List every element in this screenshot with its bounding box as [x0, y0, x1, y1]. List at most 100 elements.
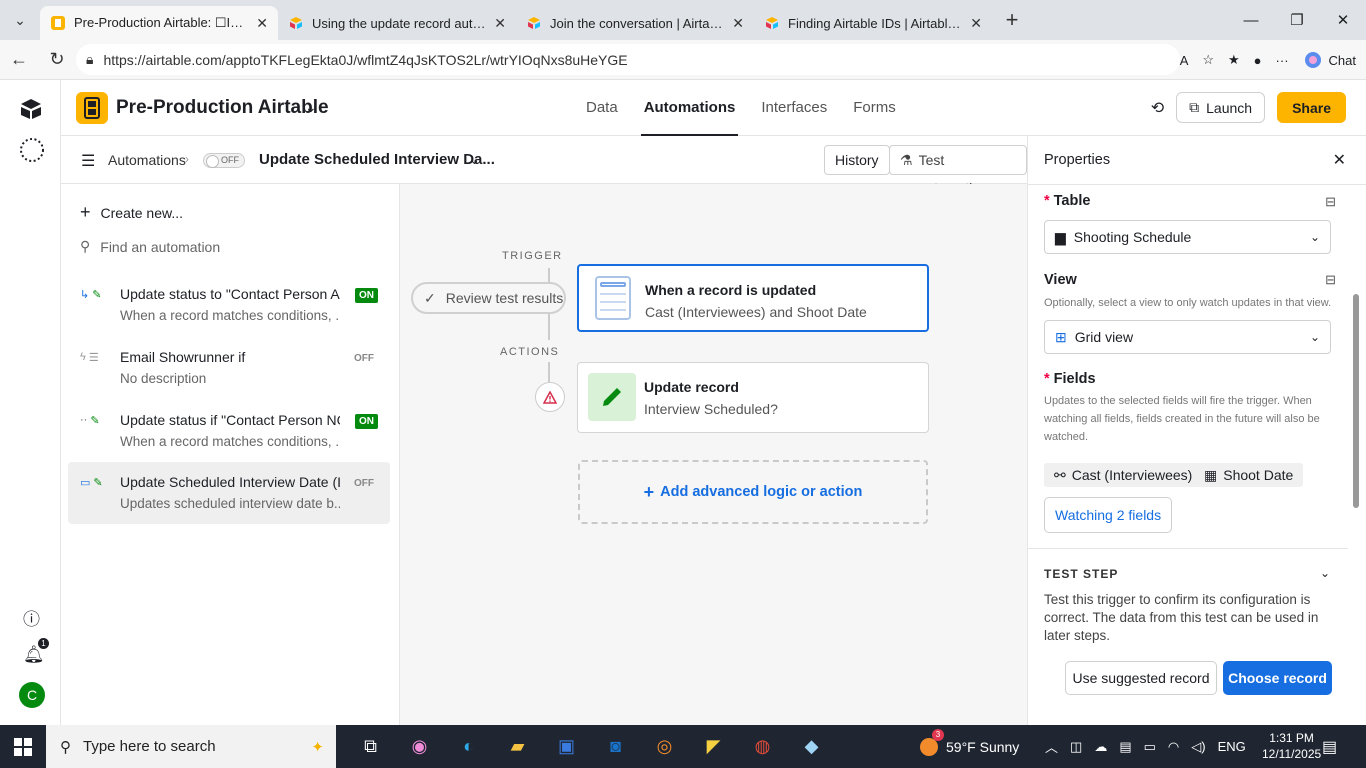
tab-interfaces[interactable]: Interfaces — [748, 80, 840, 136]
omni-icon[interactable] — [19, 137, 45, 163]
taskbar-search-placeholder: Type here to search — [83, 738, 216, 755]
properties-scrollbar[interactable] — [1352, 186, 1360, 714]
pencil-icon: ✎ — [90, 415, 100, 427]
store-icon[interactable]: ▣ — [542, 725, 591, 768]
use-suggested-record-button[interactable]: Use suggested record — [1065, 661, 1217, 695]
scrollbar-thumb[interactable] — [1353, 294, 1359, 508]
avatar[interactable]: C — [19, 682, 45, 708]
notification-center-icon[interactable]: ▤ — [1322, 737, 1337, 757]
taskbar-search-input[interactable]: ⚲ Type here to search ✦ — [46, 725, 336, 768]
review-test-results-button[interactable]: ✓ Review test results — [411, 282, 566, 314]
list-item[interactable]: ·· ✎ Update status if "Contact Person NO.… — [68, 400, 390, 462]
warning-icon[interactable] — [535, 382, 565, 412]
help-icon[interactable]: ⓘ — [23, 605, 40, 630]
automation-name: Update Scheduled Interview Date (I... — [120, 474, 340, 490]
taskbar-apps: ⧉ ◉ ◐ ▰ ▣ ◙ ◎ ◤ ◍ ◆ — [346, 725, 836, 768]
url-field[interactable]: 🔒︎ https://airtable.com/apptoTKFLegEkta0… — [76, 44, 1180, 75]
table-select[interactable]: ▆ Shooting Schedule ⌄ — [1044, 220, 1331, 254]
tray-chevron-icon[interactable]: ︿ — [1045, 737, 1058, 756]
new-tab-icon[interactable]: + — [992, 7, 1032, 33]
browser-tab[interactable]: Using the update record automati ✕ — [278, 6, 516, 40]
display-icon[interactable]: ▤ — [1119, 739, 1131, 755]
meet-icon[interactable]: ◫ — [1070, 739, 1082, 755]
close-tab-icon[interactable]: ✕ — [494, 15, 506, 32]
minimize-icon[interactable]: — — [1228, 0, 1274, 40]
task-view-icon[interactable]: ⧉ — [346, 725, 395, 768]
find-automation-input[interactable]: ⚲ Find an automation — [80, 238, 220, 255]
site-info-icon[interactable]: 🔒︎ — [86, 51, 93, 68]
read-aloud-icon[interactable]: A — [1180, 53, 1189, 68]
windows-start-icon[interactable] — [0, 737, 46, 756]
file-explorer-icon[interactable]: ▰ — [493, 725, 542, 768]
test-automation-button[interactable]: ⚗ Test automation — [889, 145, 1027, 196]
browser-tab[interactable]: Join the conversation | Airtable Co ✕ — [516, 6, 754, 40]
copilot-app-icon[interactable]: ◉ — [395, 725, 444, 768]
chevron-down-icon[interactable]: ⌄ — [305, 99, 317, 116]
close-tab-icon[interactable]: ✕ — [970, 15, 982, 32]
trigger-subtitle: Cast (Interviewees) and Shoot Date — [645, 304, 867, 320]
favorites-icon[interactable]: ★ — [1228, 52, 1240, 68]
airtable-home-icon[interactable] — [19, 98, 43, 120]
battery-icon[interactable]: ▭ — [1144, 739, 1156, 755]
close-tab-icon[interactable]: ✕ — [256, 15, 268, 32]
weather-widget[interactable]: 3 59°F Sunny — [920, 725, 1019, 768]
chevron-down-icon[interactable]: ⌄ — [1320, 566, 1330, 580]
close-icon[interactable]: ✕ — [1333, 150, 1346, 170]
add-logic-label: Add advanced logic or action — [660, 484, 863, 500]
trigger-card[interactable]: When a record is updated Cast (Interview… — [577, 264, 929, 332]
more-icon[interactable]: ··· — [1276, 53, 1289, 68]
choose-record-button[interactable]: Choose record — [1223, 661, 1332, 695]
profile-icon[interactable]: ● — [1254, 53, 1262, 68]
tab-automations[interactable]: Automations — [631, 80, 749, 136]
automation-on-off-toggle[interactable]: OFF — [203, 153, 245, 168]
action-card[interactable]: Update record Interview Scheduled? — [577, 362, 929, 433]
field-chip[interactable]: ⚯ Cast (Interviewees) — [1044, 463, 1203, 487]
list-item[interactable]: ϟ ☰ Email Showrunner if No description OF… — [68, 337, 390, 399]
browser-app-icon[interactable]: ◎ — [640, 725, 689, 768]
expand-icon[interactable]: ⊟ — [1325, 272, 1336, 288]
history-button[interactable]: History — [824, 145, 890, 175]
back-icon[interactable]: ← — [0, 42, 38, 78]
chrome-icon[interactable]: ◍ — [738, 725, 787, 768]
maximize-icon[interactable]: ❐ — [1274, 0, 1320, 40]
tab-forms[interactable]: Forms — [840, 80, 909, 136]
volume-icon[interactable]: ◁) — [1191, 739, 1205, 755]
list-item[interactable]: ▭ ✎ Update Scheduled Interview Date (I...… — [68, 462, 390, 524]
tab-actions-menu-icon[interactable]: ⌄ — [0, 0, 40, 40]
launch-button[interactable]: ⧉ Launch — [1176, 92, 1266, 123]
copilot-chat-button[interactable]: Chat — [1303, 50, 1356, 70]
field-chip[interactable]: ▦ Shoot Date — [1194, 463, 1304, 487]
notification-count-badge: 1 — [38, 638, 49, 649]
favorite-star-icon[interactable]: ☆ — [1202, 52, 1214, 68]
refresh-icon[interactable]: ↻ — [38, 42, 76, 78]
language-indicator[interactable]: ENG — [1218, 739, 1246, 754]
cloud-icon[interactable]: ☁ — [1094, 739, 1107, 755]
edge-icon[interactable]: ◐ — [444, 725, 493, 768]
view-select[interactable]: ⊞ Grid view ⌄ — [1044, 320, 1331, 354]
chevron-down-icon[interactable]: ⌄ — [469, 152, 480, 168]
outlook-icon[interactable]: ◙ — [591, 725, 640, 768]
watching-fields-button[interactable]: Watching 2 fields — [1044, 497, 1173, 533]
expand-icon[interactable]: ⊟ — [1325, 194, 1336, 210]
app-icon[interactable]: ◆ — [787, 725, 836, 768]
add-logic-button[interactable]: + Add advanced logic or action — [578, 460, 928, 524]
close-window-icon[interactable]: ✕ — [1320, 0, 1366, 40]
share-button[interactable]: Share — [1277, 92, 1346, 123]
tab-data[interactable]: Data — [573, 80, 631, 136]
taskbar-clock[interactable]: 1:31 PM 12/11/2025 — [1262, 730, 1321, 762]
pencil-icon: ✎ — [92, 289, 102, 301]
close-tab-icon[interactable]: ✕ — [732, 15, 744, 32]
list-item[interactable]: ↳ ✎ Update status to "Contact Person As..… — [68, 274, 390, 336]
breadcrumb[interactable]: Automations — [108, 152, 186, 168]
sticky-notes-icon[interactable]: ◤ — [689, 725, 738, 768]
create-new-button[interactable]: + Create new... — [80, 202, 183, 223]
browser-tab[interactable]: Pre-Production Airtable: ☐Intervie ✕ — [40, 6, 278, 40]
base-icon[interactable] — [76, 92, 108, 124]
base-history-icon[interactable]: ⟲ — [1151, 98, 1164, 118]
automation-title[interactable]: Update Scheduled Interview Da... — [259, 151, 495, 168]
test-step-label: TEST STEP — [1044, 567, 1119, 581]
menu-icon[interactable]: ☰ — [81, 151, 95, 171]
base-name[interactable]: Pre-Production Airtable — [116, 97, 329, 119]
browser-tab[interactable]: Finding Airtable IDs | Airtable Supp ✕ — [754, 6, 992, 40]
wifi-icon[interactable]: ◠ — [1168, 739, 1179, 755]
